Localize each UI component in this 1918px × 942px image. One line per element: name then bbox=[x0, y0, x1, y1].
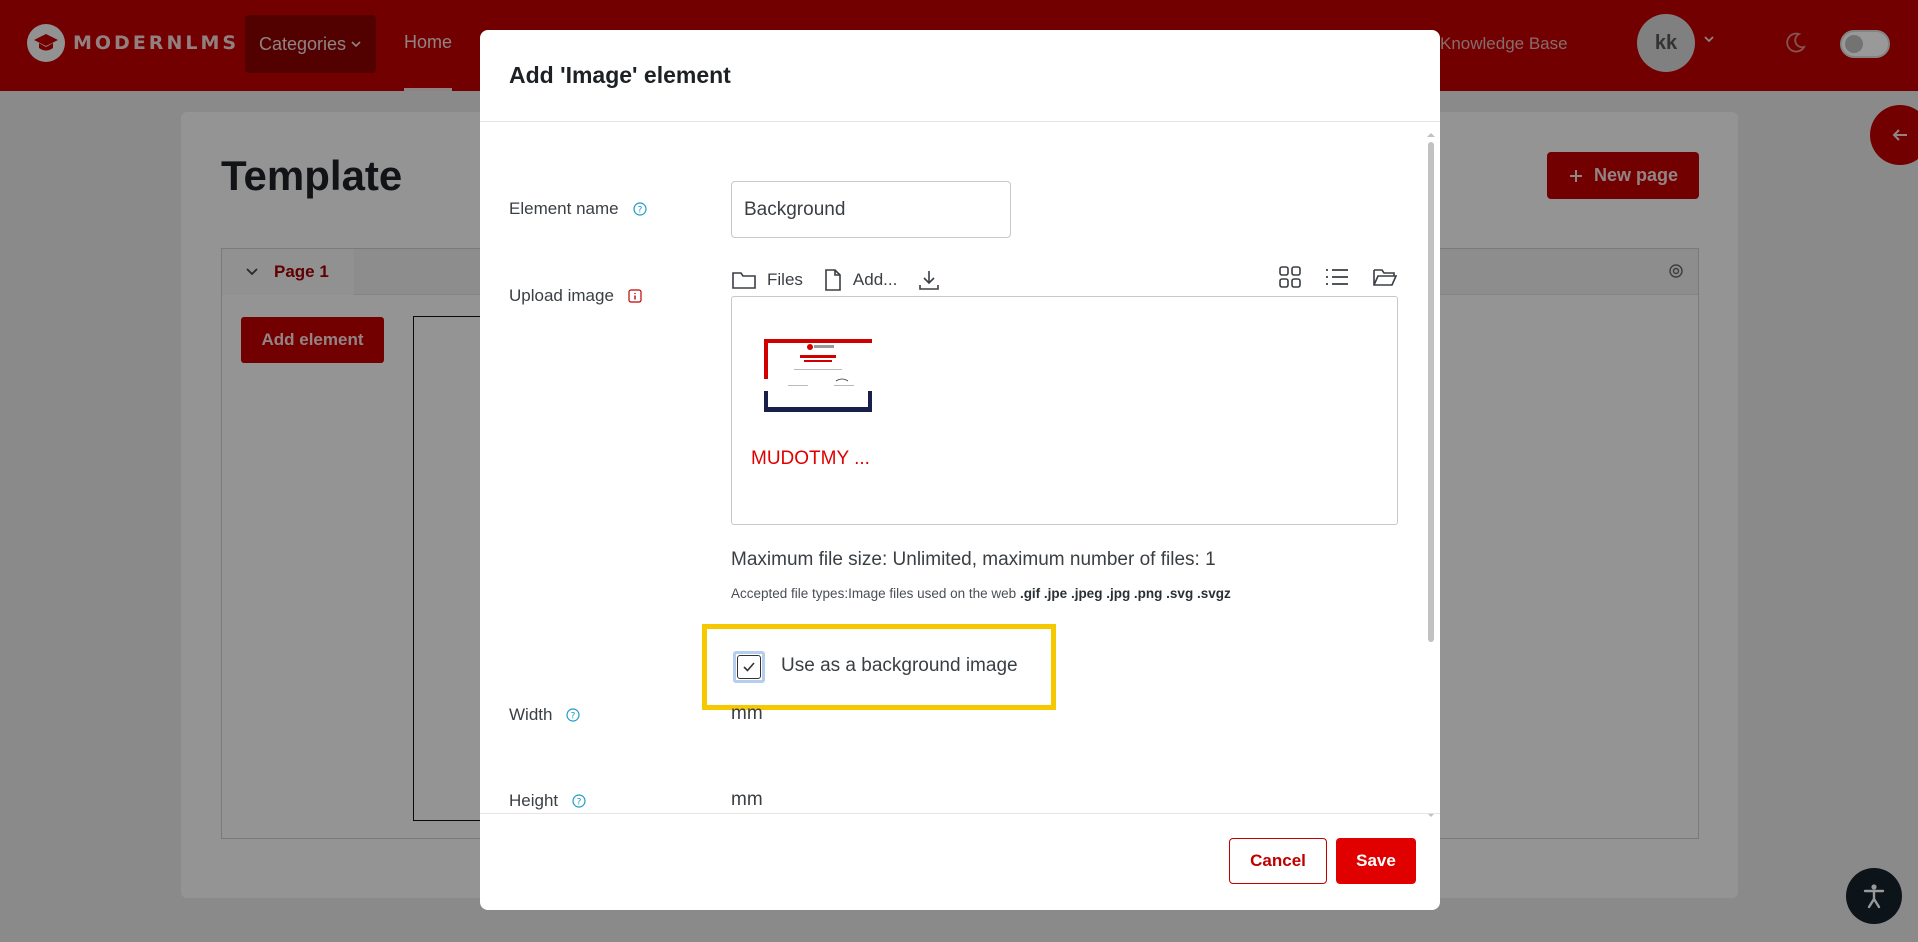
width-label-text: Width bbox=[509, 705, 553, 724]
filepicker-limit-text: Maximum file size: Unlimited, maximum nu… bbox=[731, 549, 1216, 570]
height-label: Height ? bbox=[509, 791, 586, 811]
uploaded-file-name[interactable]: MUDOTMY ... bbox=[751, 448, 870, 470]
add-file-label: Add... bbox=[852, 270, 898, 289]
accepted-types-prefix: Accepted file types:Image files used on … bbox=[731, 586, 1017, 601]
download-icon bbox=[919, 271, 940, 290]
upload-image-label: Upload image bbox=[509, 286, 642, 306]
add-image-element-modal: Add 'Image' element Element name ? Uploa… bbox=[480, 30, 1440, 910]
help-icon[interactable]: ? bbox=[572, 794, 586, 808]
background-image-checkbox[interactable] bbox=[733, 651, 765, 683]
height-label-text: Height bbox=[509, 791, 559, 810]
modal-body: Element name ? Upload image Files Add... bbox=[480, 123, 1440, 843]
element-name-label: Element name ? bbox=[509, 199, 647, 219]
svg-text:?: ? bbox=[577, 798, 582, 808]
scroll-up-icon[interactable] bbox=[1426, 130, 1436, 140]
scroll-thumb[interactable] bbox=[1428, 142, 1434, 642]
width-unit: mm bbox=[731, 703, 763, 724]
upload-image-label-text: Upload image bbox=[509, 286, 614, 305]
file-icon bbox=[825, 269, 841, 291]
required-info-icon[interactable] bbox=[628, 289, 642, 303]
filepicker-toolbar: Files Add... bbox=[731, 265, 1398, 295]
accepted-types-list: .gif .jpe .jpeg .jpg .png .svg .svgz bbox=[1019, 586, 1231, 601]
svg-text:?: ? bbox=[637, 206, 642, 216]
folder-icon bbox=[732, 272, 756, 289]
files-label: Files bbox=[767, 270, 803, 289]
help-icon[interactable]: ? bbox=[633, 202, 647, 216]
certificate-thumbnail[interactable] bbox=[764, 333, 872, 413]
filepicker-download-button[interactable] bbox=[917, 268, 941, 292]
filepicker-view-switcher bbox=[1278, 265, 1398, 289]
filepicker-files-button[interactable]: Files bbox=[731, 269, 803, 291]
list-view-icon[interactable] bbox=[1324, 265, 1350, 289]
height-unit: mm bbox=[731, 789, 763, 810]
checkmark-icon bbox=[743, 662, 755, 672]
element-name-label-text: Element name bbox=[509, 199, 619, 218]
modal-header: Add 'Image' element bbox=[480, 30, 1440, 122]
certificate-image-icon bbox=[764, 339, 872, 412]
modal-title: Add 'Image' element bbox=[509, 62, 731, 88]
accepted-file-types: Accepted file types:Image files used on … bbox=[731, 586, 1231, 601]
folder-tree-icon[interactable] bbox=[1372, 266, 1398, 288]
help-icon[interactable]: ? bbox=[566, 708, 581, 722]
cancel-button[interactable]: Cancel bbox=[1229, 838, 1327, 884]
filepicker-add-button[interactable]: Add... bbox=[823, 268, 897, 292]
filepicker-dropzone[interactable]: MUDOTMY ... bbox=[731, 296, 1398, 525]
grid-view-icon[interactable] bbox=[1278, 265, 1302, 289]
checkbox-box bbox=[737, 655, 761, 679]
svg-text:?: ? bbox=[571, 712, 576, 722]
width-label: Width ? bbox=[509, 705, 581, 725]
save-button[interactable]: Save bbox=[1336, 838, 1416, 884]
element-name-input[interactable] bbox=[731, 181, 1011, 238]
background-image-label[interactable]: Use as a background image bbox=[781, 655, 1018, 677]
